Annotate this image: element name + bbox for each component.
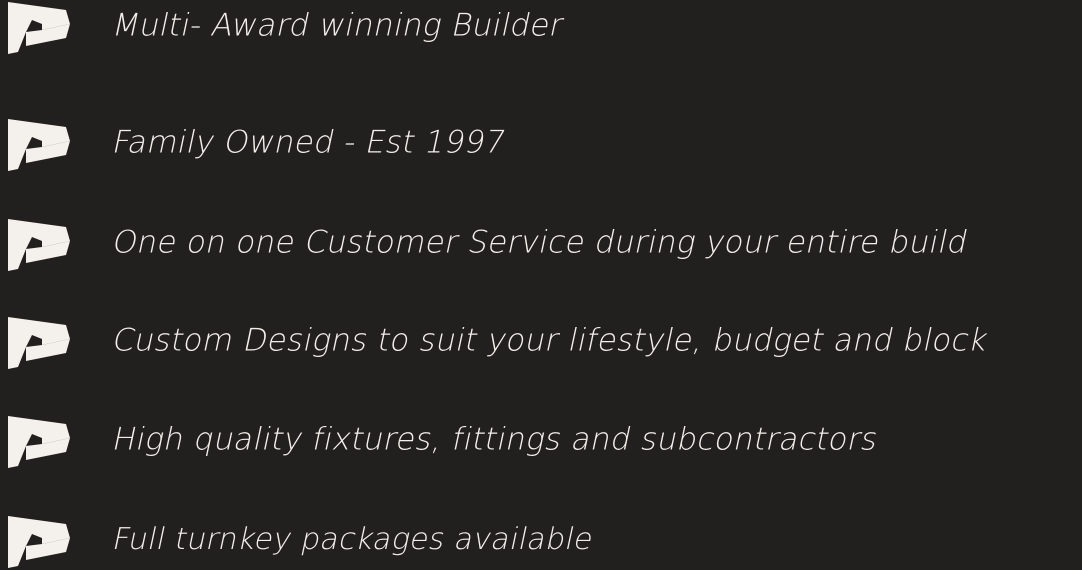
feature-item: Multi- Award winning Builder <box>0 0 1082 56</box>
flag-logo-icon <box>8 119 76 171</box>
feature-label: Family Owned - Est 1997 <box>109 124 510 161</box>
feature-label: High quality fixtures, fittings and subc… <box>109 421 882 458</box>
flag-logo-icon <box>8 219 76 271</box>
flag-logo-icon <box>8 516 76 568</box>
feature-item: One on one Customer Service during your … <box>0 213 1082 273</box>
feature-item: Full turnkey packages available <box>0 510 1082 570</box>
feature-label: Custom Designs to suit your lifestyle, b… <box>109 322 992 359</box>
feature-list: Multi- Award winning Builder Family Owne… <box>0 0 1082 568</box>
feature-label: Full turnkey packages available <box>109 522 597 557</box>
feature-label: One on one Customer Service during your … <box>109 224 972 261</box>
feature-label: Multi- Award winning Builder <box>109 7 567 44</box>
feature-item: Custom Designs to suit your lifestyle, b… <box>0 311 1082 371</box>
flag-logo-icon <box>8 2 76 54</box>
flag-logo-icon <box>8 416 76 468</box>
feature-item: Family Owned - Est 1997 <box>0 113 1082 173</box>
feature-item: High quality fixtures, fittings and subc… <box>0 410 1082 470</box>
flag-logo-icon <box>8 317 76 369</box>
